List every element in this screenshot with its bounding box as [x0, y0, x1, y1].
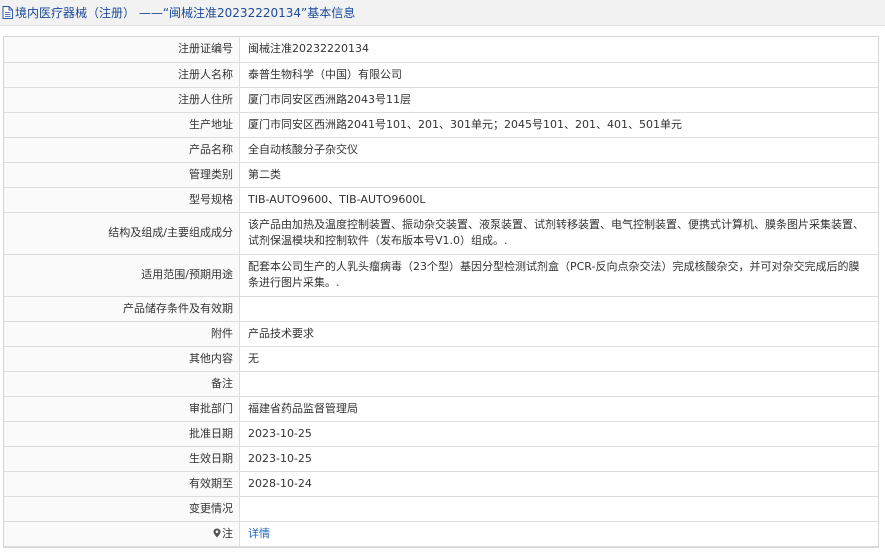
field-label: 批准日期	[4, 421, 240, 447]
table-row: 变更情况	[4, 496, 878, 522]
field-value: 2023-10-25	[239, 421, 878, 447]
field-value: 福建省药品监督管理局	[239, 396, 878, 422]
field-label: 附件	[4, 321, 240, 347]
field-value	[239, 371, 878, 397]
field-label: 变更情况	[4, 496, 240, 522]
field-label: 型号规格	[4, 187, 240, 213]
field-value: 2023-10-25	[239, 446, 878, 472]
field-value: 产品技术要求	[239, 321, 878, 347]
field-label: 生效日期	[4, 446, 240, 472]
table-row: 批准日期 2023-10-25	[4, 421, 878, 447]
field-value: 该产品由加热及温度控制装置、振动杂交装置、液泵装置、试剂转移装置、电气控制装置、…	[239, 212, 878, 255]
field-label: 结构及组成/主要组成成分	[4, 212, 240, 255]
field-label: 注册人住所	[4, 87, 240, 113]
table-row: 产品名称 全自动核酸分子杂交仪	[4, 137, 878, 163]
field-value: 闽械注准20232220134	[239, 37, 878, 63]
field-value: 全自动核酸分子杂交仪	[239, 137, 878, 163]
table-row: 有效期至 2028-10-24	[4, 471, 878, 497]
field-label: 审批部门	[4, 396, 240, 422]
info-table: 注册证编号 闽械注准20232220134 注册人名称 泰普生物科学（中国）有限公司注…	[3, 36, 879, 548]
table-row: 适用范围/预期用途 配套本公司生产的人乳头瘤病毒（23个型）基因分型检测试剂盒（P…	[4, 254, 878, 297]
field-label: 注册证编号	[4, 37, 240, 63]
field-label: 其他内容	[4, 346, 240, 372]
field-value: 2028-10-24	[239, 471, 878, 497]
note-value-cell: 详情	[239, 521, 878, 547]
table-row: 注册人名称 泰普生物科学（中国）有限公司	[4, 62, 878, 88]
field-label: 产品储存条件及有效期	[4, 296, 240, 322]
table-row: 注册人住所 厦门市同安区西洲路2043号11层	[4, 87, 878, 113]
table-row-note: 注 详情	[4, 521, 878, 547]
note-label: 注	[222, 526, 233, 540]
location-pin-icon	[213, 528, 221, 537]
field-value: 泰普生物科学（中国）有限公司	[239, 62, 878, 88]
field-label: 管理类别	[4, 162, 240, 188]
table-row: 生产地址 厦门市同安区西洲路2041号101、201、301单元；2045号101…	[4, 112, 878, 138]
table-row: 注册证编号 闽械注准20232220134	[4, 37, 878, 63]
field-value: 无	[239, 346, 878, 372]
field-label: 注册人名称	[4, 62, 240, 88]
field-label: 生产地址	[4, 112, 240, 138]
field-label: 有效期至	[4, 471, 240, 497]
note-label-cell: 注	[4, 521, 240, 547]
table-row: 型号规格 TIB-AUTO9600、TIB-AUTO9600L	[4, 187, 878, 213]
field-label: 产品名称	[4, 137, 240, 163]
field-value: 厦门市同安区西洲路2043号11层	[239, 87, 878, 113]
field-label: 备注	[4, 371, 240, 397]
page-title: 境内医疗器械（注册） ——“闽械注准20232220134”基本信息	[15, 6, 356, 20]
table-row: 附件 产品技术要求	[4, 321, 878, 347]
table-row: 管理类别 第二类	[4, 162, 878, 188]
field-label: 适用范围/预期用途	[4, 254, 240, 297]
table-row: 生效日期 2023-10-25	[4, 446, 878, 472]
field-value: TIB-AUTO9600、TIB-AUTO9600L	[239, 187, 878, 213]
field-value	[239, 496, 878, 522]
table-row: 结构及组成/主要组成成分 该产品由加热及温度控制装置、振动杂交装置、液泵装置、试剂…	[4, 212, 878, 255]
table-row: 备注	[4, 371, 878, 397]
field-value: 配套本公司生产的人乳头瘤病毒（23个型）基因分型检测试剂盒（PCR-反向点杂交法…	[239, 254, 878, 297]
document-icon	[2, 6, 13, 19]
page-header: 境内医疗器械（注册） ——“闽械注准20232220134”基本信息	[0, 0, 885, 26]
table-row: 其他内容无	[4, 346, 878, 372]
field-value	[239, 296, 878, 322]
field-value: 第二类	[239, 162, 878, 188]
field-value: 厦门市同安区西洲路2041号101、201、301单元；2045号101、201…	[239, 112, 878, 138]
table-row: 审批部门 福建省药品监督管理局	[4, 396, 878, 422]
details-link[interactable]: 详情	[248, 527, 270, 540]
table-row: 产品储存条件及有效期	[4, 296, 878, 322]
